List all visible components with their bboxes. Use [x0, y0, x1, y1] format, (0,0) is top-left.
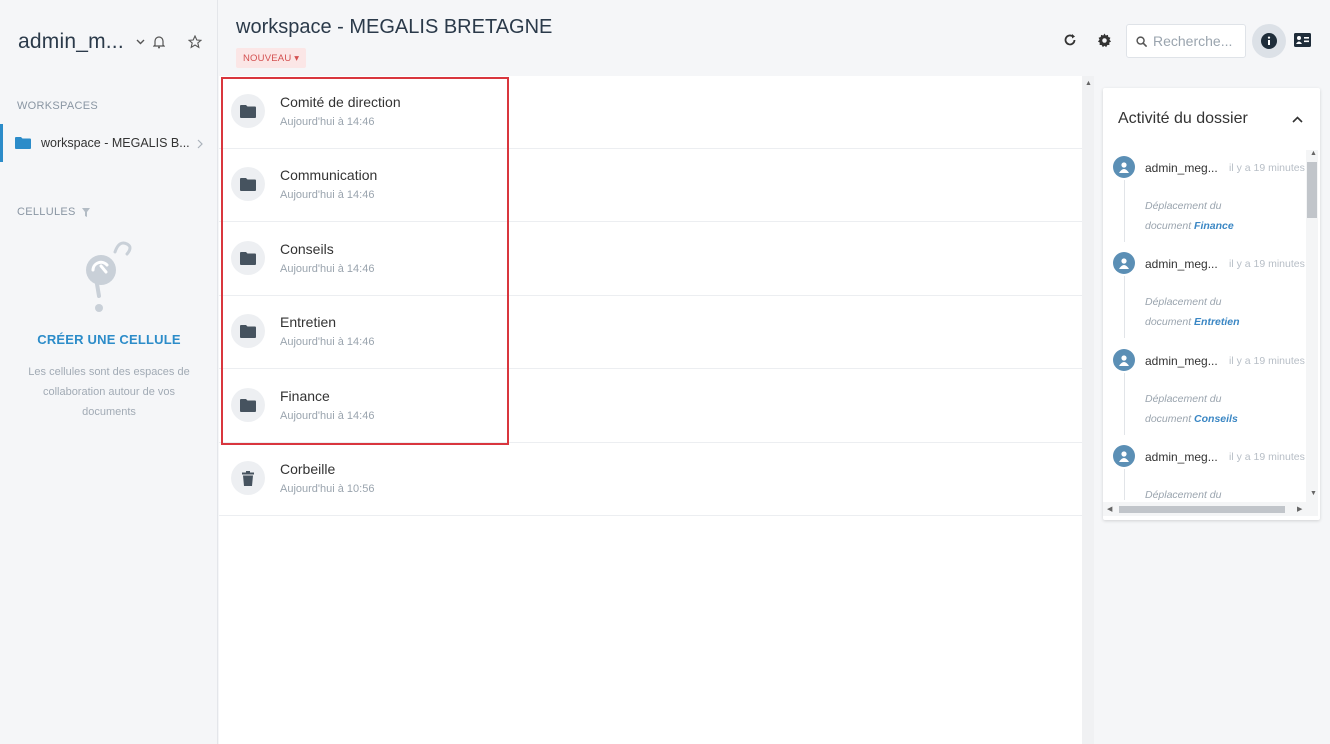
scroll-up-arrow-icon[interactable]: ▲ — [1310, 150, 1317, 157]
timeline-line — [1124, 180, 1125, 242]
avatar — [1113, 445, 1135, 467]
item-name: Entretien — [280, 314, 337, 330]
activity-description: Déplacement du — [1145, 489, 1222, 500]
scroll-left-arrow-icon[interactable]: ◀ — [1107, 505, 1112, 513]
activity-description: Déplacement du document Finance — [1145, 200, 1234, 232]
cells-illustration-icon — [86, 241, 132, 312]
item-name: Finance — [280, 388, 330, 404]
info-icon — [1261, 33, 1277, 49]
timeline-line — [1124, 373, 1125, 435]
chevron-right-icon[interactable] — [197, 136, 203, 154]
create-cell-link[interactable]: CRÉER UNE CELLULE — [0, 332, 218, 347]
scroll-down-arrow-icon[interactable]: ▼ — [1310, 490, 1317, 497]
bell-icon[interactable] — [151, 34, 167, 50]
folder-icon — [231, 241, 265, 275]
avatar — [1113, 349, 1135, 371]
scroll-up-arrow-icon[interactable]: ▲ — [1085, 80, 1092, 87]
avatar — [1113, 252, 1135, 274]
page-title: workspace - MEGALIS BRETAGNE — [236, 16, 553, 38]
activity-item: admin_meg... il y a 19 minutes Déplaceme… — [1103, 343, 1306, 439]
activity-target-link[interactable]: Entretien — [1194, 316, 1240, 328]
search-input[interactable]: Recherche... — [1126, 24, 1246, 58]
folder-icon — [231, 94, 265, 128]
item-date: Aujourd'hui à 14:46 — [280, 263, 375, 275]
activity-time: il y a 19 minutes — [1229, 258, 1305, 270]
activity-feed: admin_meg... il y a 19 minutes Déplaceme… — [1103, 150, 1306, 500]
list-scrollbar[interactable]: ▲ — [1082, 76, 1094, 744]
cells-description: Les cellules sont des espaces de collabo… — [28, 366, 190, 418]
activity-item: admin_meg... il y a 19 minutes Déplaceme… — [1103, 150, 1306, 246]
search-icon — [1136, 35, 1147, 47]
user-name[interactable]: admin_m... — [18, 30, 124, 54]
activity-target-link[interactable]: Finance — [1194, 220, 1234, 232]
activity-time: il y a 19 minutes — [1229, 355, 1305, 367]
item-date: Aujourd'hui à 14:46 — [280, 189, 375, 201]
activity-item: admin_meg... il y a 19 minutes Déplaceme… — [1103, 439, 1306, 500]
workspaces-section-label: WORKSPACES — [17, 100, 99, 112]
item-date: Aujourd'hui à 14:46 — [280, 336, 375, 348]
list-item[interactable]: Communication Aujourd'hui à 14:46 — [219, 149, 1082, 222]
item-name: Corbeille — [280, 461, 336, 477]
contact-card-icon[interactable] — [1292, 30, 1312, 50]
scroll-right-arrow-icon[interactable]: ▶ — [1297, 505, 1302, 513]
sidebar-item-workspace[interactable]: workspace - MEGALIS B... — [0, 124, 217, 162]
activity-user: admin_meg... — [1145, 354, 1218, 368]
folder-icon — [231, 314, 265, 348]
cells-section: CELLULES — [17, 206, 90, 218]
folder-icon — [15, 137, 31, 149]
star-icon[interactable] — [187, 34, 203, 50]
sidebar-item-label: workspace - MEGALIS B... — [41, 136, 190, 150]
chevron-down-icon[interactable] — [136, 37, 146, 47]
activity-hscroll-thumb[interactable] — [1119, 506, 1285, 513]
activity-item: admin_meg... il y a 19 minutes Déplaceme… — [1103, 246, 1306, 342]
cells-empty-illustration — [0, 232, 218, 321]
cells-section-label: CELLULES — [17, 206, 76, 218]
chevron-up-icon[interactable] — [1290, 112, 1304, 126]
folder-icon — [231, 388, 265, 422]
activity-target-link[interactable]: Conseils — [1194, 413, 1238, 425]
sidebar: admin_m... WORKSPACES workspace - MEGALI… — [0, 0, 218, 744]
activity-time: il y a 19 minutes — [1229, 451, 1305, 463]
activity-time: il y a 19 minutes — [1229, 162, 1305, 174]
list-item[interactable]: Corbeille Aujourd'hui à 10:56 — [219, 443, 1082, 516]
avatar — [1113, 156, 1135, 178]
file-list: Comité de direction Aujourd'hui à 14:46 … — [219, 76, 1082, 744]
activity-user: admin_meg... — [1145, 161, 1218, 175]
item-date: Aujourd'hui à 10:56 — [280, 483, 375, 495]
item-date: Aujourd'hui à 14:46 — [280, 116, 375, 128]
list-item[interactable]: Finance Aujourd'hui à 14:46 — [219, 370, 1082, 443]
trash-icon — [231, 461, 265, 495]
new-button[interactable]: NOUVEAU ▾ — [236, 48, 307, 68]
activity-user: admin_meg... — [1145, 257, 1218, 271]
refresh-icon[interactable] — [1060, 30, 1080, 50]
timeline-line — [1124, 469, 1125, 500]
item-date: Aujourd'hui à 14:46 — [280, 410, 375, 422]
gear-icon[interactable] — [1094, 30, 1114, 50]
folder-icon — [231, 167, 265, 201]
user-menu[interactable]: admin_m... — [18, 30, 146, 54]
info-button[interactable] — [1252, 24, 1286, 58]
activity-scroll-thumb[interactable] — [1307, 162, 1317, 218]
item-name: Conseils — [280, 241, 334, 257]
list-item[interactable]: Conseils Aujourd'hui à 14:46 — [219, 223, 1082, 296]
activity-panel: Activité du dossier admin_meg... il y a … — [1103, 88, 1320, 520]
filter-icon[interactable] — [81, 207, 90, 217]
activity-description: Déplacement du document Conseils — [1145, 393, 1238, 425]
search-placeholder: Recherche... — [1153, 33, 1233, 49]
list-item[interactable]: Entretien Aujourd'hui à 14:46 — [219, 296, 1082, 369]
item-name: Comité de direction — [280, 94, 401, 110]
activity-description: Déplacement du document Entretien — [1145, 296, 1240, 328]
timeline-line — [1124, 276, 1125, 338]
activity-panel-title: Activité du dossier — [1118, 110, 1248, 127]
list-item[interactable]: Comité de direction Aujourd'hui à 14:46 — [219, 76, 1082, 149]
activity-user: admin_meg... — [1145, 450, 1218, 464]
item-name: Communication — [280, 167, 378, 183]
